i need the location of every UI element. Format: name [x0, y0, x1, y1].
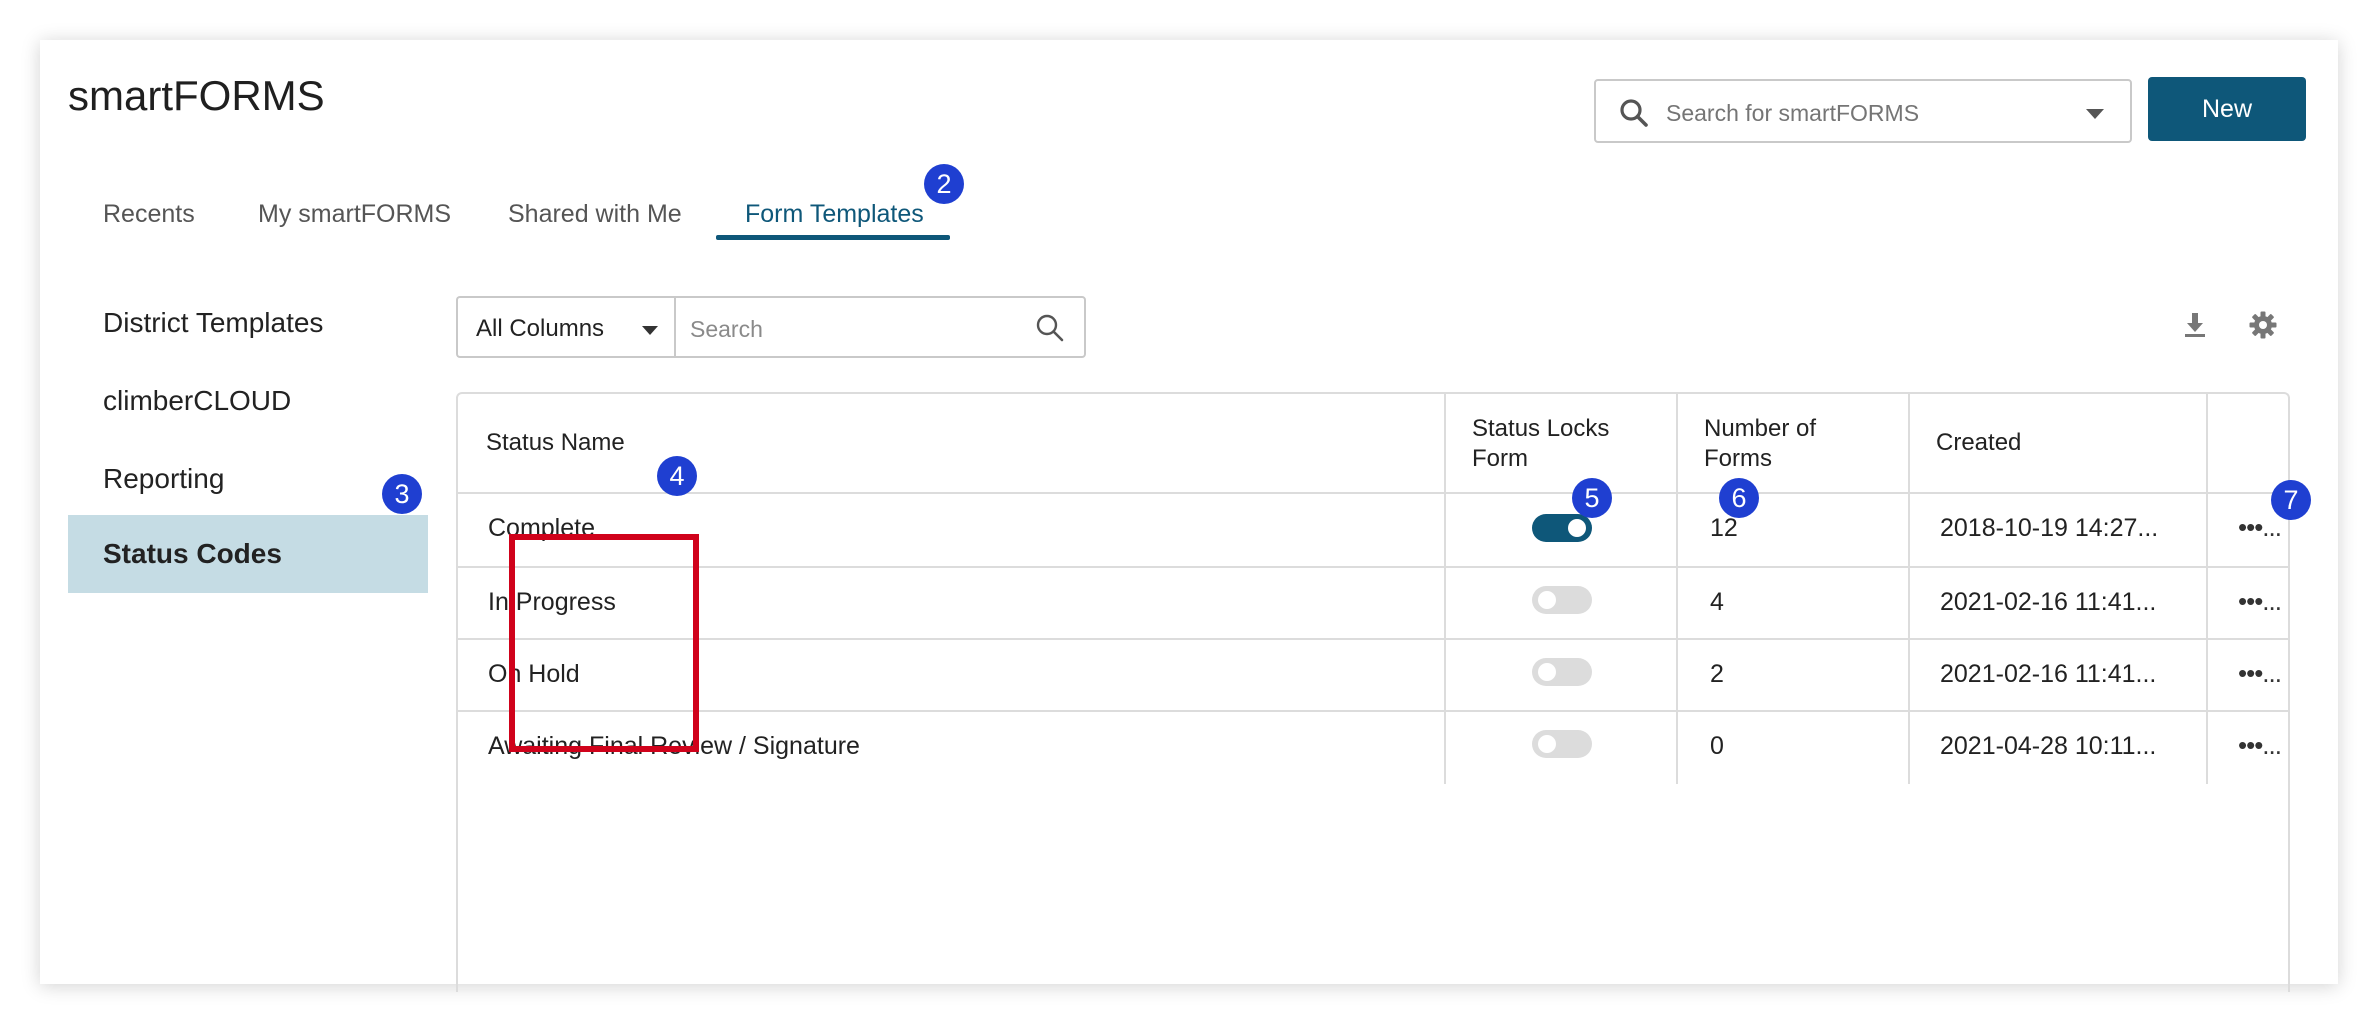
tab-recents[interactable]: Recents [103, 200, 195, 229]
toggle-knob [1538, 591, 1556, 609]
global-search-input[interactable]: Search for smartFORMS [1594, 79, 2132, 143]
row-divider [458, 710, 2288, 712]
annotation-badge: 5 [1572, 478, 1612, 518]
sidebar-item-status-codes[interactable]: Status Codes [68, 515, 428, 593]
column-header-number-of-forms-line1[interactable]: Number of [1704, 414, 1816, 444]
sidebar-item-reporting[interactable]: Reporting [68, 440, 428, 518]
column-divider [1908, 394, 1910, 784]
created-cell: 2021-02-16 11:41... [1940, 660, 2157, 688]
toggle-knob [1538, 663, 1556, 681]
more-options-icon[interactable]: •••... [2238, 730, 2282, 761]
form-count-cell: 12 [1710, 514, 1738, 542]
toggle-knob [1538, 735, 1556, 753]
gear-icon[interactable] [2248, 310, 2278, 340]
tab-my-smartforms[interactable]: My smartFORMS [258, 200, 451, 229]
column-header-number-of-forms-line2[interactable]: Forms [1704, 444, 1772, 474]
status-locks-toggle[interactable] [1532, 658, 1592, 686]
column-header-status-locks-line2[interactable]: Form [1472, 444, 1528, 474]
status-locks-toggle[interactable] [1532, 586, 1592, 614]
row-divider [458, 638, 2288, 640]
column-divider [1444, 394, 1446, 784]
row-divider [458, 566, 2288, 568]
form-count-cell: 4 [1710, 588, 1724, 616]
tab-shared-with-me[interactable]: Shared with Me [508, 200, 682, 229]
status-codes-table: Status Name Status Locks Form Number of … [456, 392, 2290, 992]
column-header-created[interactable]: Created [1936, 428, 2021, 458]
table-search-placeholder: Search [690, 316, 763, 342]
annotation-badge: 7 [2271, 480, 2311, 520]
created-cell: 2021-04-28 10:11... [1940, 732, 2157, 760]
annotation-badge: 4 [657, 456, 697, 496]
toggle-knob [1568, 519, 1586, 537]
status-locks-toggle[interactable] [1532, 730, 1592, 758]
created-cell: 2021-02-16 11:41... [1940, 588, 2157, 616]
created-cell: 2018-10-19 14:27... [1940, 514, 2159, 542]
form-count-cell: 0 [1710, 732, 1724, 760]
column-filter-value: All Columns [476, 315, 605, 342]
status-locks-toggle[interactable] [1532, 514, 1592, 542]
chevron-down-icon[interactable] [2086, 109, 2104, 119]
annotation-badge: 6 [1719, 478, 1759, 518]
search-icon [1620, 99, 1648, 127]
form-count-cell: 2 [1710, 660, 1724, 688]
global-search-placeholder: Search for smartFORMS [1666, 100, 1920, 126]
sidebar-item-climbercloud[interactable]: climberCLOUD [68, 362, 428, 440]
annotation-highlight-box [509, 534, 699, 752]
column-divider [2206, 394, 2208, 784]
active-tab-indicator [716, 235, 950, 240]
table-search-input[interactable]: Search [674, 296, 1086, 358]
column-header-status-locks-line1[interactable]: Status Locks [1472, 414, 1609, 444]
app-title: smartFORMS [68, 72, 325, 119]
column-divider [1676, 394, 1678, 784]
annotation-badge: 2 [924, 164, 964, 204]
new-button[interactable]: New [2148, 77, 2306, 141]
column-header-status-name[interactable]: Status Name [486, 428, 625, 458]
annotation-badge: 3 [382, 474, 422, 514]
tab-form-templates[interactable]: Form Templates [745, 200, 924, 229]
search-icon[interactable] [1034, 312, 1066, 344]
download-icon[interactable] [2180, 310, 2210, 340]
sidebar-item-district-templates[interactable]: District Templates [68, 284, 428, 362]
app-window: smartFORMS Search for smartFORMS New Rec… [40, 40, 2338, 992]
more-options-icon[interactable]: •••... [2238, 586, 2282, 617]
column-filter-select[interactable]: All Columns [456, 296, 674, 358]
chevron-down-icon [642, 326, 658, 335]
more-options-icon[interactable]: •••... [2238, 658, 2282, 689]
more-options-icon[interactable]: •••... [2238, 512, 2282, 543]
